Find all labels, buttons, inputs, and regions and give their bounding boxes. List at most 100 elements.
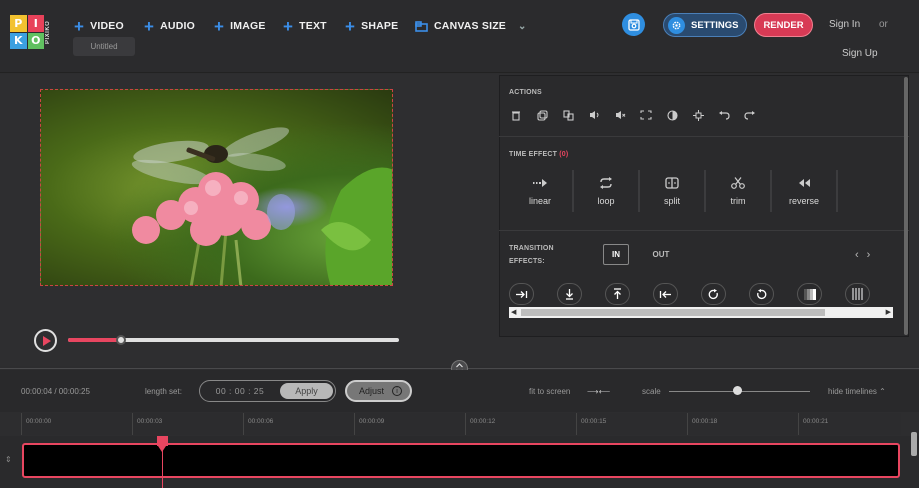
- render-button[interactable]: RENDER: [754, 13, 813, 37]
- arrow-to-top-icon: [614, 288, 621, 299]
- transition-title-line-1: TRANSITION: [509, 245, 554, 252]
- fit-to-screen-icon[interactable]: ⟶ ⟵: [587, 387, 610, 396]
- apply-button[interactable]: Apply: [280, 383, 333, 399]
- fit-to-screen-label[interactable]: fit to screen: [529, 387, 570, 396]
- transition-fade[interactable]: [797, 283, 822, 305]
- transition-scrollbar[interactable]: ◀ ▶: [509, 307, 893, 318]
- plus-icon: +: [144, 16, 155, 36]
- sign-up-link[interactable]: Sign Up: [842, 48, 878, 59]
- logo-cell: O: [27, 32, 44, 49]
- timeline-ruler[interactable]: 00:00:00 00:00:03 00:00:06 00:00:09 00:00:12…: [21, 413, 901, 435]
- time-effect-label: linear: [528, 195, 551, 206]
- plus-icon: +: [345, 16, 356, 36]
- add-shape-button[interactable]: + SHAPE: [345, 17, 398, 35]
- transition-rotate-ccw[interactable]: [749, 283, 774, 305]
- add-audio-button[interactable]: + AUDIO: [144, 17, 195, 35]
- scrollbar-thumb[interactable]: [521, 309, 825, 316]
- playback-progress-fill: [68, 338, 121, 342]
- save-button[interactable]: [622, 13, 645, 36]
- add-video-button[interactable]: + VIDEO: [74, 17, 124, 35]
- time-effect-linear[interactable]: linear: [508, 170, 574, 212]
- redo-icon[interactable]: [743, 108, 757, 122]
- actions-title: ACTIONS: [509, 89, 542, 96]
- scroll-left-icon[interactable]: ◀: [511, 308, 516, 316]
- transition-slide-right[interactable]: [509, 283, 534, 305]
- duplicate-icon[interactable]: [535, 108, 549, 122]
- project-title-input[interactable]: Untitled: [73, 37, 135, 56]
- arrow-to-right-icon: [516, 290, 528, 298]
- split-icon: [665, 176, 679, 189]
- logo-cell: I: [27, 15, 44, 32]
- undo-icon[interactable]: [717, 108, 731, 122]
- drag-handle-icon[interactable]: ⇕: [5, 455, 12, 464]
- time-effect-loop[interactable]: loop: [574, 170, 640, 212]
- position-icon[interactable]: [691, 108, 705, 122]
- time-effect-trim[interactable]: trim: [706, 170, 772, 212]
- transition-out-tab[interactable]: OUT: [648, 244, 674, 265]
- pixiko-logo[interactable]: P I K O: [10, 15, 44, 49]
- time-effect-split[interactable]: split: [640, 170, 706, 212]
- ruler-tick: 00:00:00: [21, 413, 51, 435]
- scale-label: scale: [642, 387, 661, 396]
- adjust-button[interactable]: Adjust i: [345, 380, 412, 402]
- timeline-playhead[interactable]: [157, 436, 168, 488]
- transition-rotate-cw[interactable]: [701, 283, 726, 305]
- copy-icon[interactable]: [561, 108, 575, 122]
- scale-slider-handle[interactable]: [732, 386, 742, 395]
- time-effect-reverse[interactable]: reverse: [772, 170, 838, 212]
- ruler-tick: 00:00:18: [687, 413, 717, 435]
- color-filter-icon[interactable]: [665, 108, 679, 122]
- add-image-button[interactable]: + IMAGE: [214, 17, 266, 35]
- adjust-label: Adjust: [358, 386, 384, 396]
- add-text-button[interactable]: + TEXT: [283, 17, 327, 35]
- ruler-tick: 00:00:21: [798, 413, 828, 435]
- video-track[interactable]: [22, 443, 900, 478]
- chevron-left-icon[interactable]: ‹: [855, 249, 859, 261]
- volume-icon[interactable]: [587, 108, 601, 122]
- length-input[interactable]: 00 : 00 : 25: [200, 386, 280, 396]
- arrow-to-left-icon: [659, 290, 671, 298]
- canvas-size-dropdown[interactable]: CANVAS SIZE ⌄: [415, 17, 527, 35]
- transition-slide-left[interactable]: [653, 283, 678, 305]
- time-effect-count: (0): [559, 151, 569, 158]
- scrollbar-thumb[interactable]: [904, 77, 908, 335]
- crop-icon[interactable]: [639, 108, 653, 122]
- playback-scrubber-handle[interactable]: [115, 335, 126, 345]
- canvas-size-icon: [415, 20, 428, 32]
- logo-cell: K: [10, 32, 27, 49]
- settings-label: SETTINGS: [691, 19, 739, 31]
- video-preview[interactable]: [40, 89, 393, 286]
- transition-slide-up[interactable]: [605, 283, 630, 305]
- transition-title-line-2: EFFECTS:: [509, 258, 545, 265]
- panel-divider: [499, 230, 909, 231]
- info-icon: i: [392, 386, 402, 396]
- reverse-icon: [799, 178, 810, 187]
- plus-icon: +: [214, 16, 225, 36]
- or-separator: or: [879, 19, 888, 30]
- sign-in-link[interactable]: Sign In: [829, 19, 860, 30]
- transition-blinds[interactable]: [845, 283, 870, 305]
- hide-timelines-toggle[interactable]: hide timelines ⌃: [828, 387, 886, 396]
- timeline-scrollbar[interactable]: [911, 432, 917, 456]
- panel-scrollbar[interactable]: [903, 75, 909, 337]
- logo-cell: P: [10, 15, 27, 32]
- play-button[interactable]: [34, 329, 57, 352]
- playback-progress-bar[interactable]: [68, 335, 399, 345]
- transition-slide-down[interactable]: [557, 283, 582, 305]
- mute-icon[interactable]: [613, 108, 627, 122]
- trash-icon[interactable]: [509, 108, 523, 122]
- arrow-to-bottom-icon: [566, 289, 573, 300]
- ruler-tick: 00:00:12: [465, 413, 495, 435]
- playhead-handle[interactable]: [157, 436, 168, 446]
- gear-icon: [668, 16, 685, 34]
- transition-list: [509, 283, 870, 305]
- chevron-right-icon[interactable]: ›: [867, 249, 871, 261]
- transition-in-tab[interactable]: IN: [603, 244, 629, 265]
- canvas-size-label: CANVAS SIZE: [434, 20, 507, 32]
- rotate-left-icon: [757, 288, 767, 299]
- scroll-right-icon[interactable]: ▶: [886, 308, 891, 316]
- play-icon: [43, 335, 51, 346]
- settings-button[interactable]: SETTINGS: [663, 13, 747, 37]
- hide-timelines-label: hide timelines: [828, 387, 877, 396]
- loop-icon: [600, 176, 612, 189]
